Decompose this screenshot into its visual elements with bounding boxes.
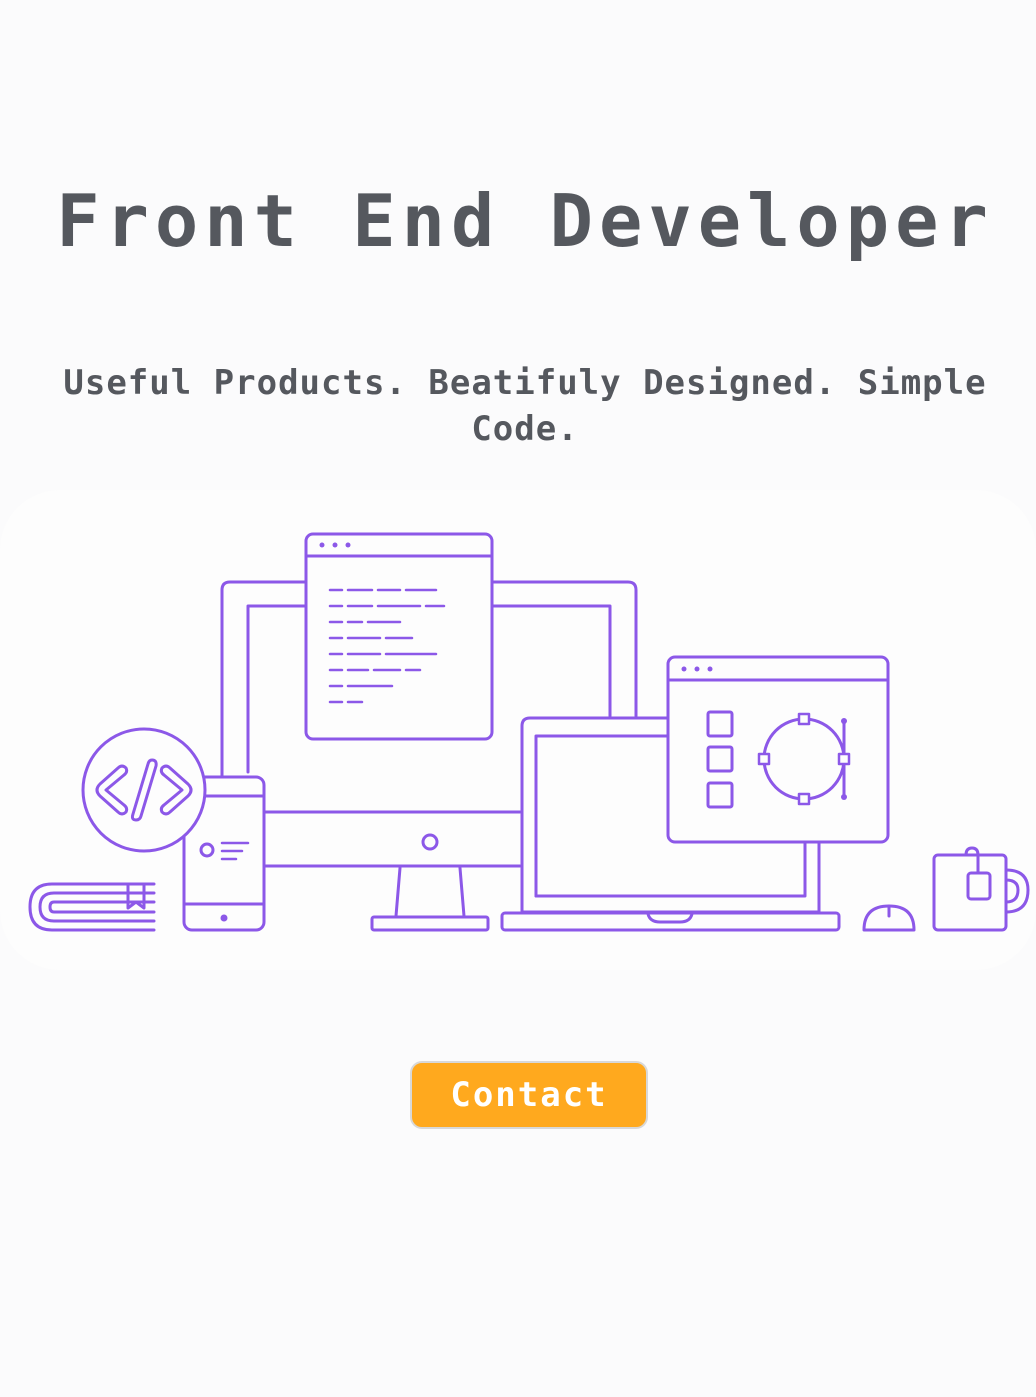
design-window-icon (666, 655, 890, 844)
devices-illustration (0, 490, 1036, 970)
mug-icon (932, 846, 1030, 932)
page-title: Front End Developer (56, 179, 994, 263)
mouse-icon (862, 904, 916, 932)
code-window-icon (304, 532, 494, 741)
tagline: Useful Products. Beatifuly Designed. Sim… (63, 363, 987, 449)
code-badge-icon (81, 727, 207, 853)
book-icon (28, 882, 156, 932)
contact-button[interactable]: Contact (410, 1061, 648, 1129)
devices-illustration-svg (28, 532, 1030, 932)
